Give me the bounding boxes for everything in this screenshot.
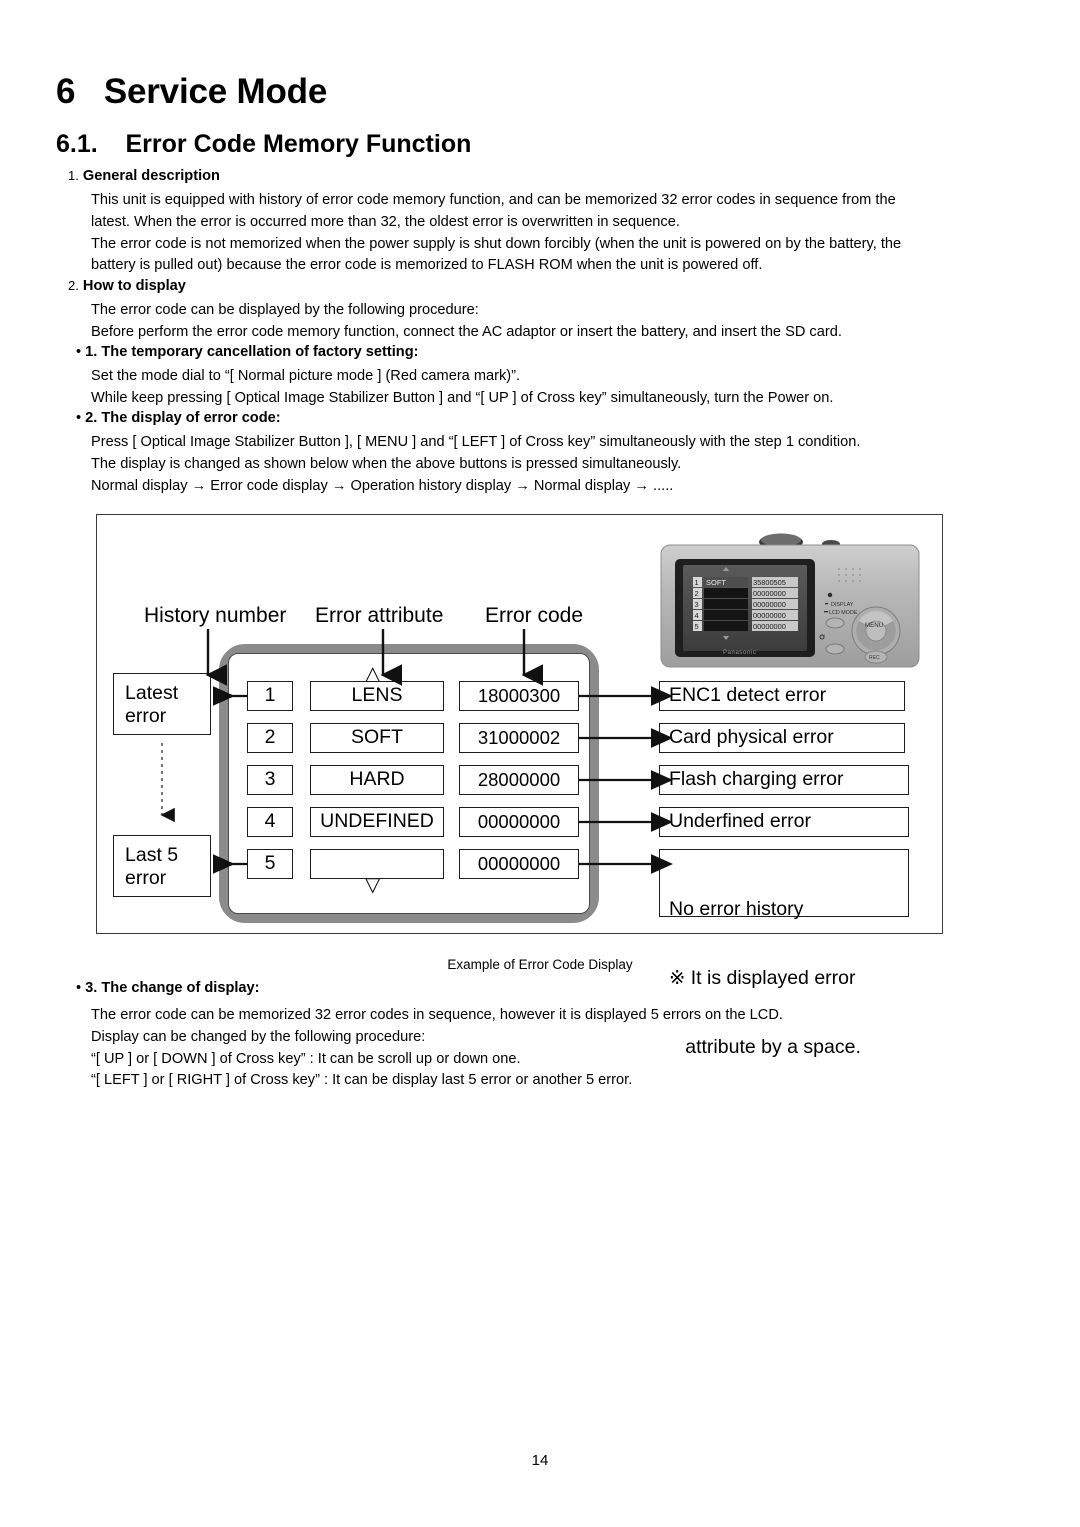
display-button bbox=[825, 617, 845, 629]
paragraph-line: Before perform the error code memory fun… bbox=[91, 323, 842, 340]
cell-error-attribute: UNDEFINED bbox=[310, 807, 444, 837]
chapter-title-text: Service Mode bbox=[103, 72, 328, 111]
paragraph-line: Display can be changed by the following … bbox=[91, 1028, 426, 1045]
svg-text:3: 3 bbox=[695, 600, 699, 609]
step2-body: Press [ Optical Image Stabilizer Button … bbox=[91, 432, 860, 497]
lcd-mode-button-label: LCD MODE bbox=[829, 610, 858, 616]
paragraph-line: The error code can be displayed by the f… bbox=[91, 302, 479, 318]
cell-history-number: 3 bbox=[247, 765, 293, 795]
cell-error-attribute: HARD bbox=[310, 765, 444, 795]
paragraph-line: battery is pulled out) because the error… bbox=[91, 257, 763, 274]
paragraph-line: “[ LEFT ] or [ RIGHT ] of Cross key” : I… bbox=[91, 1072, 633, 1089]
step3-bullet: • bbox=[76, 980, 82, 996]
section-heading: 6.1. Error Code Memory Function bbox=[56, 130, 471, 159]
paragraph-line: Press [ Optical Image Stabilizer Button … bbox=[91, 434, 861, 450]
description-text: ENC1 detect error bbox=[669, 684, 827, 706]
step1-body: Set the mode dial to “[ Normal picture m… bbox=[91, 366, 833, 410]
cell-history-number: 4 bbox=[247, 807, 293, 837]
paragraph-line: While keep pressing [ Optical Image Stab… bbox=[91, 389, 834, 406]
status-led bbox=[827, 592, 833, 598]
general-description-title: General description bbox=[82, 168, 220, 184]
manual-page: 6 Service Mode 6.1. Error Code Memory Fu… bbox=[0, 0, 1080, 1527]
cell-error-code: 31000002 bbox=[459, 723, 579, 753]
paragraph-line: This unit is equipped with history of er… bbox=[91, 192, 896, 208]
svg-text:00000000: 00000000 bbox=[753, 600, 786, 609]
paragraph-line: The error code can be memorized 32 error… bbox=[91, 1007, 783, 1023]
description-text: Underfined error bbox=[669, 810, 811, 832]
section-title-text: Error Code Memory Function bbox=[125, 130, 472, 158]
cell-error-code: 00000000 bbox=[459, 849, 579, 879]
step3-heading: • 3. The change of display: bbox=[76, 980, 260, 996]
page-number: 14 bbox=[531, 1452, 549, 1469]
no-error-history-box: No error history ※ It is displayed error… bbox=[659, 849, 909, 1058]
cell-error-code: 28000000 bbox=[459, 765, 579, 795]
cell-error-code: 18000300 bbox=[459, 681, 579, 711]
cell-error-attribute: SOFT bbox=[310, 723, 444, 753]
latest-error-label: Latest error bbox=[125, 682, 179, 727]
rec-button-label: REC bbox=[869, 655, 880, 661]
no-error-history-line1: No error history bbox=[669, 898, 804, 920]
error-code-display-figure: History number Error attribute Error cod… bbox=[96, 514, 943, 1058]
last5-error-box: Last 5 error bbox=[113, 835, 211, 897]
cell-error-code: 00000000 bbox=[459, 807, 579, 837]
cell-history-number: 5 bbox=[247, 849, 293, 879]
display-button-label: DISPLAY bbox=[831, 602, 854, 608]
description-box: Card physical error bbox=[659, 723, 905, 753]
paragraph-line: Set the mode dial to “[ Normal picture m… bbox=[91, 368, 521, 384]
svg-text:00000000: 00000000 bbox=[753, 622, 786, 631]
description-box: Flash charging error bbox=[659, 765, 909, 795]
paragraph-line: The error code is not memorized when the… bbox=[91, 235, 902, 252]
svg-text:35800505: 35800505 bbox=[753, 578, 786, 587]
svg-text:00000000: 00000000 bbox=[753, 611, 786, 620]
description-text: Card physical error bbox=[669, 726, 834, 748]
label-error-attribute: Error attribute bbox=[315, 604, 444, 627]
section-number: 6.1. bbox=[56, 130, 98, 158]
how-to-display-body: The error code can be displayed by the f… bbox=[91, 300, 842, 344]
step3-body: The error code can be memorized 32 error… bbox=[91, 1005, 783, 1092]
how-to-display-title: How to display bbox=[82, 278, 186, 294]
step2-title: 2. The display of error code: bbox=[85, 410, 281, 426]
cell-error-attribute bbox=[310, 849, 444, 879]
step1-bullet: • bbox=[76, 344, 82, 360]
label-history-number: History number bbox=[144, 604, 287, 627]
step1-title: 1. The temporary cancellation of factory… bbox=[85, 344, 419, 360]
step2-heading: • 2. The display of error code: bbox=[76, 410, 281, 426]
camera-lcd-index-digits: 1 2 3 4 5 bbox=[695, 578, 699, 631]
how-to-display-index: 2. bbox=[68, 278, 79, 293]
svg-text:4: 4 bbox=[695, 611, 699, 620]
general-description-index: 1. bbox=[68, 168, 79, 183]
general-description-body: This unit is equipped with history of er… bbox=[91, 190, 901, 277]
paragraph-line: “[ UP ] or [ DOWN ] of Cross key” : It c… bbox=[91, 1050, 521, 1067]
camera-photo: 1 2 3 4 5 SOFT 35800505 00000000 0000000… bbox=[660, 533, 920, 668]
description-box: Underfined error bbox=[659, 807, 909, 837]
how-to-display-heading: 2. How to display bbox=[68, 278, 186, 294]
camera-lcd-attribute-row1: SOFT bbox=[706, 578, 726, 587]
last5-error-label: Last 5 error bbox=[125, 844, 179, 889]
step3-title: 3. The change of display: bbox=[85, 980, 260, 996]
camera-brand-label: Panasonic bbox=[723, 650, 756, 656]
description-box: ENC1 detect error bbox=[659, 681, 905, 711]
chapter-number: 6 bbox=[56, 72, 76, 111]
label-error-code: Error code bbox=[485, 604, 584, 627]
svg-text:1: 1 bbox=[695, 578, 699, 587]
paragraph-line: Normal display → Error code display → Op… bbox=[91, 477, 674, 494]
cell-history-number: 1 bbox=[247, 681, 293, 711]
latest-error-box: Latest error bbox=[113, 673, 211, 735]
svg-text:2: 2 bbox=[695, 589, 699, 598]
stabilizer-button bbox=[825, 643, 845, 655]
paragraph-line: latest. When the error is occurred more … bbox=[91, 213, 680, 230]
figure-caption: Example of Error Code Display bbox=[447, 957, 633, 972]
menu-button-label: MENU bbox=[865, 622, 883, 629]
camera-lcd-codes: 35800505 00000000 00000000 00000000 0000… bbox=[753, 578, 786, 631]
description-text: Flash charging error bbox=[669, 768, 844, 790]
paragraph-line: The display is changed as shown below wh… bbox=[91, 455, 682, 472]
step1-heading: • 1. The temporary cancellation of facto… bbox=[76, 344, 418, 360]
page-title: 6 Service Mode bbox=[56, 72, 327, 112]
svg-text:00000000: 00000000 bbox=[753, 589, 786, 598]
step2-bullet: • bbox=[76, 410, 82, 426]
general-description-heading: 1. General description bbox=[68, 168, 220, 184]
cell-history-number: 2 bbox=[247, 723, 293, 753]
cell-error-attribute: LENS bbox=[310, 681, 444, 711]
svg-text:5: 5 bbox=[695, 622, 699, 631]
